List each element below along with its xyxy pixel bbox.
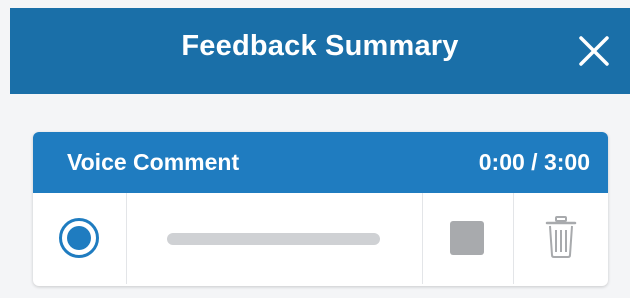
- feedback-summary-header: Feedback Summary: [10, 8, 630, 94]
- record-icon: [67, 226, 91, 250]
- stop-button[interactable]: [450, 221, 484, 255]
- delete-cell: [513, 193, 608, 284]
- stop-cell: [422, 193, 513, 284]
- close-button[interactable]: [572, 29, 616, 73]
- record-cell: [33, 193, 126, 284]
- voice-comment-time: 0:00 / 3:00: [478, 149, 590, 175]
- audio-progress-bar[interactable]: [167, 233, 380, 245]
- page-title: Feedback Summary: [181, 30, 459, 62]
- voice-comment-title: Voice Comment: [67, 149, 240, 175]
- delete-button[interactable]: [544, 215, 578, 259]
- trash-icon: [545, 216, 577, 258]
- voice-controls: [33, 193, 608, 286]
- close-icon: [579, 36, 609, 66]
- voice-comment-header: Voice Comment 0:00 / 3:00: [33, 132, 608, 193]
- record-button[interactable]: [59, 218, 99, 258]
- voice-comment-card: Voice Comment 0:00 / 3:00: [33, 132, 608, 286]
- progress-cell: [126, 193, 422, 284]
